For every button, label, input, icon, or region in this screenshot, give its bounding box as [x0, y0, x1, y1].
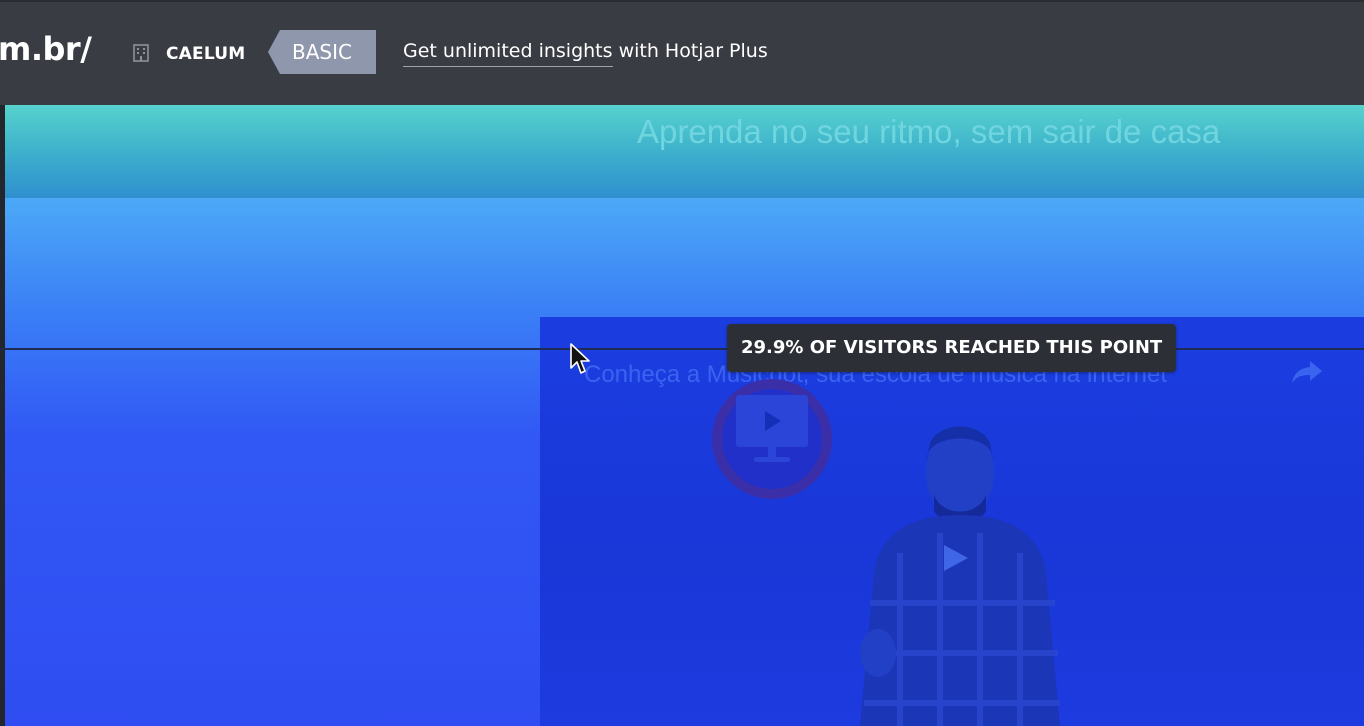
hero-heading: Aprenda no seu ritmo, sem sair de casa [637, 113, 1221, 150]
hero-band: Aprenda no seu ritmo, sem sair de casa [5, 105, 1364, 198]
upsell-suffix: with Hotjar Plus [612, 40, 768, 62]
share-arrow-icon[interactable] [1290, 357, 1324, 387]
upsell-link[interactable]: Get unlimited insights with Hotjar Plus [403, 40, 768, 67]
organization-name[interactable]: CAELUM [166, 44, 245, 64]
building-icon [132, 42, 150, 62]
scroll-depth-tooltip: 29.9% OF VISITORS REACHED THIS POINT [727, 324, 1177, 372]
channel-logo-icon [710, 377, 834, 501]
plan-badge[interactable]: BASIC [268, 30, 376, 74]
hotjar-header: m.br/ CAELUM BASIC Get unlimited insight… [0, 0, 1364, 105]
embedded-video[interactable]: Conheça a Musicdot, sua escola de música… [540, 317, 1364, 726]
upsell-link-text[interactable]: Get unlimited insights [403, 40, 613, 67]
site-url[interactable]: m.br/ [0, 30, 92, 68]
play-icon[interactable] [940, 543, 970, 573]
plan-badge-label: BASIC [292, 40, 352, 64]
mouse-pointer-icon [569, 342, 591, 376]
scroll-heatmap-preview: Aprenda no seu ritmo, sem sair de casa C… [0, 105, 1364, 726]
